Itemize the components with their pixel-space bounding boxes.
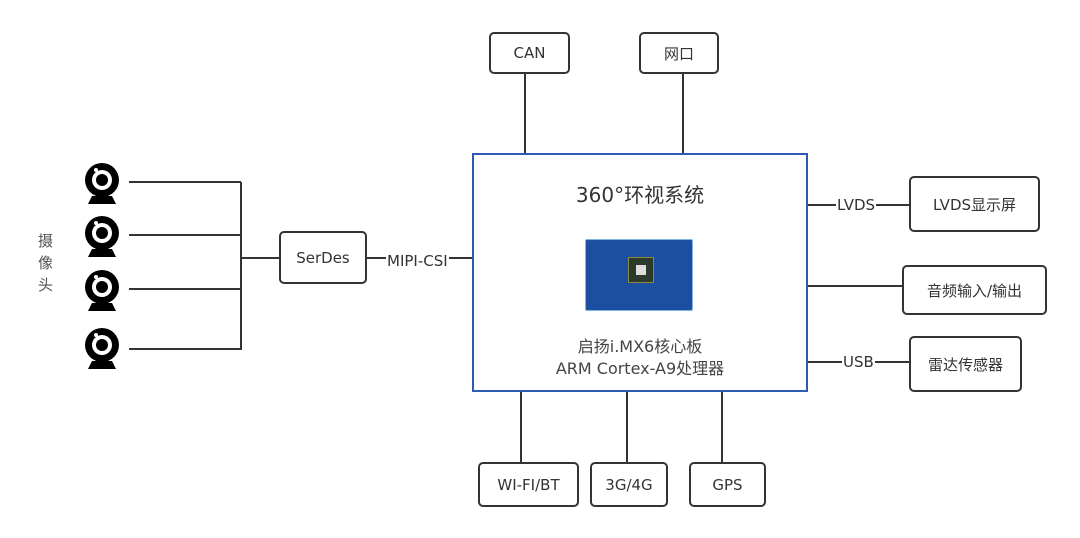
audio-box: 音频输入/输出 <box>902 265 1047 315</box>
diagram: CAN 网口 360°环视系统 启扬i.MX6核心板 ARM Cortex-A9… <box>0 0 1080 538</box>
webcam-icon <box>85 328 119 369</box>
webcam-icon <box>85 163 119 204</box>
board-name: 启扬i.MX6核心板 <box>577 337 703 356</box>
serdes-box: SerDes <box>279 231 367 284</box>
can-label: CAN <box>513 44 546 62</box>
core-board-image <box>585 239 693 311</box>
gps-label: GPS <box>712 475 743 494</box>
3g4g-label: 3G/4G <box>605 475 653 494</box>
ethernet-box: 网口 <box>639 32 719 74</box>
wifi-bt-label: WI-FI/BT <box>497 475 560 494</box>
lvds-display-box: LVDS显示屏 <box>909 176 1040 232</box>
mipi-csi-label: MIPI-CSI <box>386 252 449 270</box>
camera-group-label: 摄像头 <box>38 232 54 294</box>
audio-label: 音频输入/输出 <box>926 281 1023 300</box>
3g4g-box: 3G/4G <box>590 462 668 507</box>
lvds-label: LVDS <box>836 196 877 214</box>
central-system-box: 360°环视系统 启扬i.MX6核心板 ARM Cortex-A9处理器 <box>472 153 808 392</box>
usb-label: USB <box>842 353 875 371</box>
webcam-icon <box>85 270 119 311</box>
lvds-display-label: LVDS显示屏 <box>932 195 1017 214</box>
can-box: CAN <box>489 32 570 74</box>
wifi-bt-box: WI-FI/BT <box>478 462 579 507</box>
radar-label: 雷达传感器 <box>927 355 1003 374</box>
gps-box: GPS <box>689 462 766 507</box>
radar-box: 雷达传感器 <box>909 336 1022 392</box>
webcam-icon <box>85 216 119 257</box>
processor-chip <box>628 257 654 283</box>
processor-name: ARM Cortex-A9处理器 <box>555 359 725 378</box>
ethernet-label: 网口 <box>663 44 694 63</box>
system-title: 360°环视系统 <box>575 183 705 207</box>
serdes-label: SerDes <box>296 248 350 267</box>
